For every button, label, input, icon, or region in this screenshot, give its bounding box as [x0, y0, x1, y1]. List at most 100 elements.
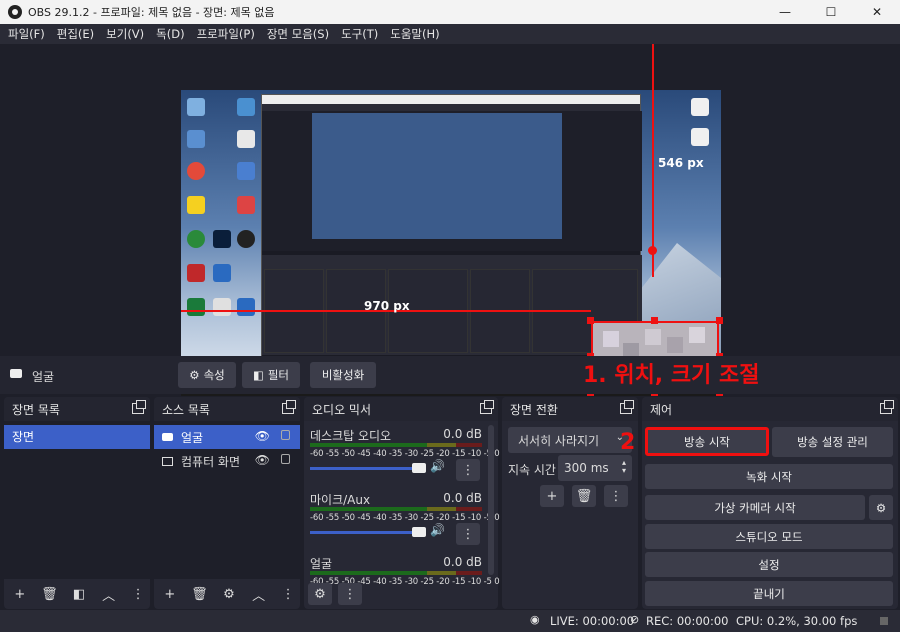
maximize-button[interactable]: ☐ [808, 0, 854, 24]
filters-button[interactable]: ◧ 필터 [242, 362, 300, 388]
menu-bar: 파일(F) 편집(E) 보기(V) 독(D) 프로파일(P) 장면 모음(S) … [0, 24, 900, 44]
volume-slider-knob[interactable] [412, 527, 426, 537]
meter-ticks: -60 -55 -50 -45 -40 -35 -30 -25 -20 -15 … [310, 513, 500, 523]
more-icon[interactable]: ⋮ [604, 485, 628, 507]
virtual-camera-button[interactable]: 가상 카메라 시작 [645, 495, 865, 520]
mixer-channel-name: 마이크/Aux [310, 493, 371, 507]
more-icon[interactable]: ⋮ [126, 583, 150, 605]
desktop-icon [237, 130, 255, 148]
source-toolbar: 얼굴 ⚙ 속성 ◧ 필터 비활성화 [0, 356, 900, 394]
resize-handle[interactable] [651, 317, 658, 324]
gear-icon: ⚙ [875, 500, 887, 515]
desktop-icon [213, 264, 231, 282]
exit-button[interactable]: 끝내기 [645, 581, 893, 606]
desktop-icon [213, 298, 231, 316]
visibility-eye-icon[interactable]: 👁 [255, 429, 270, 443]
studio-mode-button[interactable]: 스튜디오 모드 [645, 524, 893, 549]
add-icon[interactable]: + [540, 485, 564, 507]
desktop-icon [187, 230, 205, 248]
undock-icon[interactable] [620, 400, 634, 414]
filter-icon[interactable]: ◧ [67, 583, 91, 605]
desktop-icon [187, 162, 205, 180]
trash-icon[interactable]: 🗑 [572, 485, 596, 507]
mixer-channel-name: 데스크탑 오디오 [310, 429, 392, 443]
visibility-eye-icon[interactable]: 👁 [255, 453, 270, 467]
resize-handle[interactable] [587, 317, 594, 324]
mixer-channel-db: 0.0 dB [443, 427, 482, 441]
up-arrow-icon[interactable]: ︿ [97, 583, 121, 605]
source-item-screen[interactable]: 컴퓨터 화면 👁 [154, 449, 300, 473]
stream-settings-button[interactable]: 방송 설정 관리 [772, 427, 893, 457]
mixer-scrollbar[interactable] [488, 425, 494, 575]
filter-icon: ◧ [252, 368, 264, 382]
title-bar: OBS 29.1.2 - 프로파일: 제목 없음 - 장면: 제목 없음 — ☐… [0, 0, 900, 24]
more-icon[interactable]: ⋮ [338, 583, 362, 605]
width-label: 970 px [364, 299, 410, 313]
camera-icon [10, 369, 22, 378]
close-button[interactable]: ✕ [854, 0, 900, 24]
desktop-icon [187, 130, 205, 148]
start-streaming-button[interactable]: 방송 시작 [645, 427, 769, 456]
undock-icon[interactable] [880, 400, 894, 414]
properties-button[interactable]: ⚙ 속성 [178, 362, 236, 388]
desktop-icon [187, 298, 205, 316]
duration-label: 지속 시간 [508, 463, 556, 477]
volume-slider[interactable] [310, 467, 422, 470]
preview-area[interactable]: 546 px 970 px [0, 44, 900, 396]
settings-button[interactable]: 설정 [645, 552, 893, 577]
volume-slider-knob[interactable] [412, 463, 426, 473]
sources-dock: 소스 목록 얼굴 👁 컴퓨터 화면 👁 + 🗑 ⚙ ︿ ⋮ [154, 397, 300, 609]
menu-docks[interactable]: 독(D) [150, 26, 190, 42]
volume-slider[interactable] [310, 531, 422, 534]
scenes-dock: 장면 목록 장면 + 🗑 ◧ ︿ ⋮ [4, 397, 150, 609]
scene-item[interactable]: 장면 [4, 425, 150, 449]
desktop-icon [691, 128, 709, 146]
gear-icon: ⚙ [189, 368, 200, 382]
more-icon[interactable]: ⋮ [276, 583, 300, 605]
controls-title: 제어 [650, 402, 673, 417]
deactivate-button[interactable]: 비활성화 [310, 362, 376, 388]
live-signal-icon: ◉ [530, 613, 540, 626]
up-arrow-icon[interactable]: ︿ [247, 583, 271, 605]
menu-file[interactable]: 파일(F) [2, 26, 51, 42]
menu-help[interactable]: 도움말(H) [384, 26, 445, 42]
trash-icon[interactable]: 🗑 [38, 583, 62, 605]
undock-icon[interactable] [480, 400, 494, 414]
menu-scene-collection[interactable]: 장면 모음(S) [261, 26, 335, 42]
lock-icon[interactable] [281, 454, 290, 464]
mixer-channel-db: 0.0 dB [443, 491, 482, 505]
lock-icon[interactable] [281, 430, 290, 440]
speaker-icon[interactable]: 🔊 [430, 459, 445, 473]
more-icon[interactable]: ⋮ [456, 459, 480, 481]
speaker-icon[interactable]: 🔊 [430, 523, 445, 537]
window-title: OBS 29.1.2 - 프로파일: 제목 없음 - 장면: 제목 없음 [28, 6, 275, 19]
add-icon[interactable]: + [158, 583, 182, 605]
trash-icon[interactable]: 🗑 [188, 583, 212, 605]
obs-logo-icon [8, 5, 22, 19]
menu-tools[interactable]: 도구(T) [335, 26, 384, 42]
desktop-icon [237, 298, 255, 316]
add-icon[interactable]: + [8, 583, 32, 605]
minimize-button[interactable]: — [762, 0, 808, 24]
menu-edit[interactable]: 편집(E) [51, 26, 100, 42]
virtual-camera-settings-button[interactable]: ⚙ [869, 495, 893, 520]
source-item-face[interactable]: 얼굴 👁 [154, 425, 300, 449]
duration-spinbox[interactable]: 300 ms ▴ ▾ [558, 455, 632, 481]
spin-arrows-icon[interactable]: ▴ ▾ [622, 459, 626, 475]
desktop-icon [187, 264, 205, 282]
cpu-fps: CPU: 0.2%, 30.00 fps [736, 614, 858, 628]
audio-mixer-dock: 오디오 믹서 데스크탑 오디오 0.0 dB -60 -55 -50 -45 -… [304, 397, 500, 609]
resize-handle[interactable] [716, 317, 723, 324]
resize-handle[interactable] [648, 246, 657, 255]
undock-icon[interactable] [132, 400, 146, 414]
desktop-icon [237, 98, 255, 116]
undock-icon[interactable] [282, 400, 296, 414]
transition-select[interactable]: 서서히 사라지기 ⌄ [508, 427, 632, 453]
start-recording-button[interactable]: 녹화 시작 [645, 464, 893, 489]
menu-view[interactable]: 보기(V) [100, 26, 150, 42]
menu-profile[interactable]: 프로파일(P) [191, 26, 261, 42]
more-icon[interactable]: ⋮ [456, 523, 480, 545]
gear-icon[interactable]: ⚙ [217, 583, 241, 605]
gear-icon[interactable]: ⚙ [308, 583, 332, 605]
height-label: 546 px [658, 156, 704, 170]
